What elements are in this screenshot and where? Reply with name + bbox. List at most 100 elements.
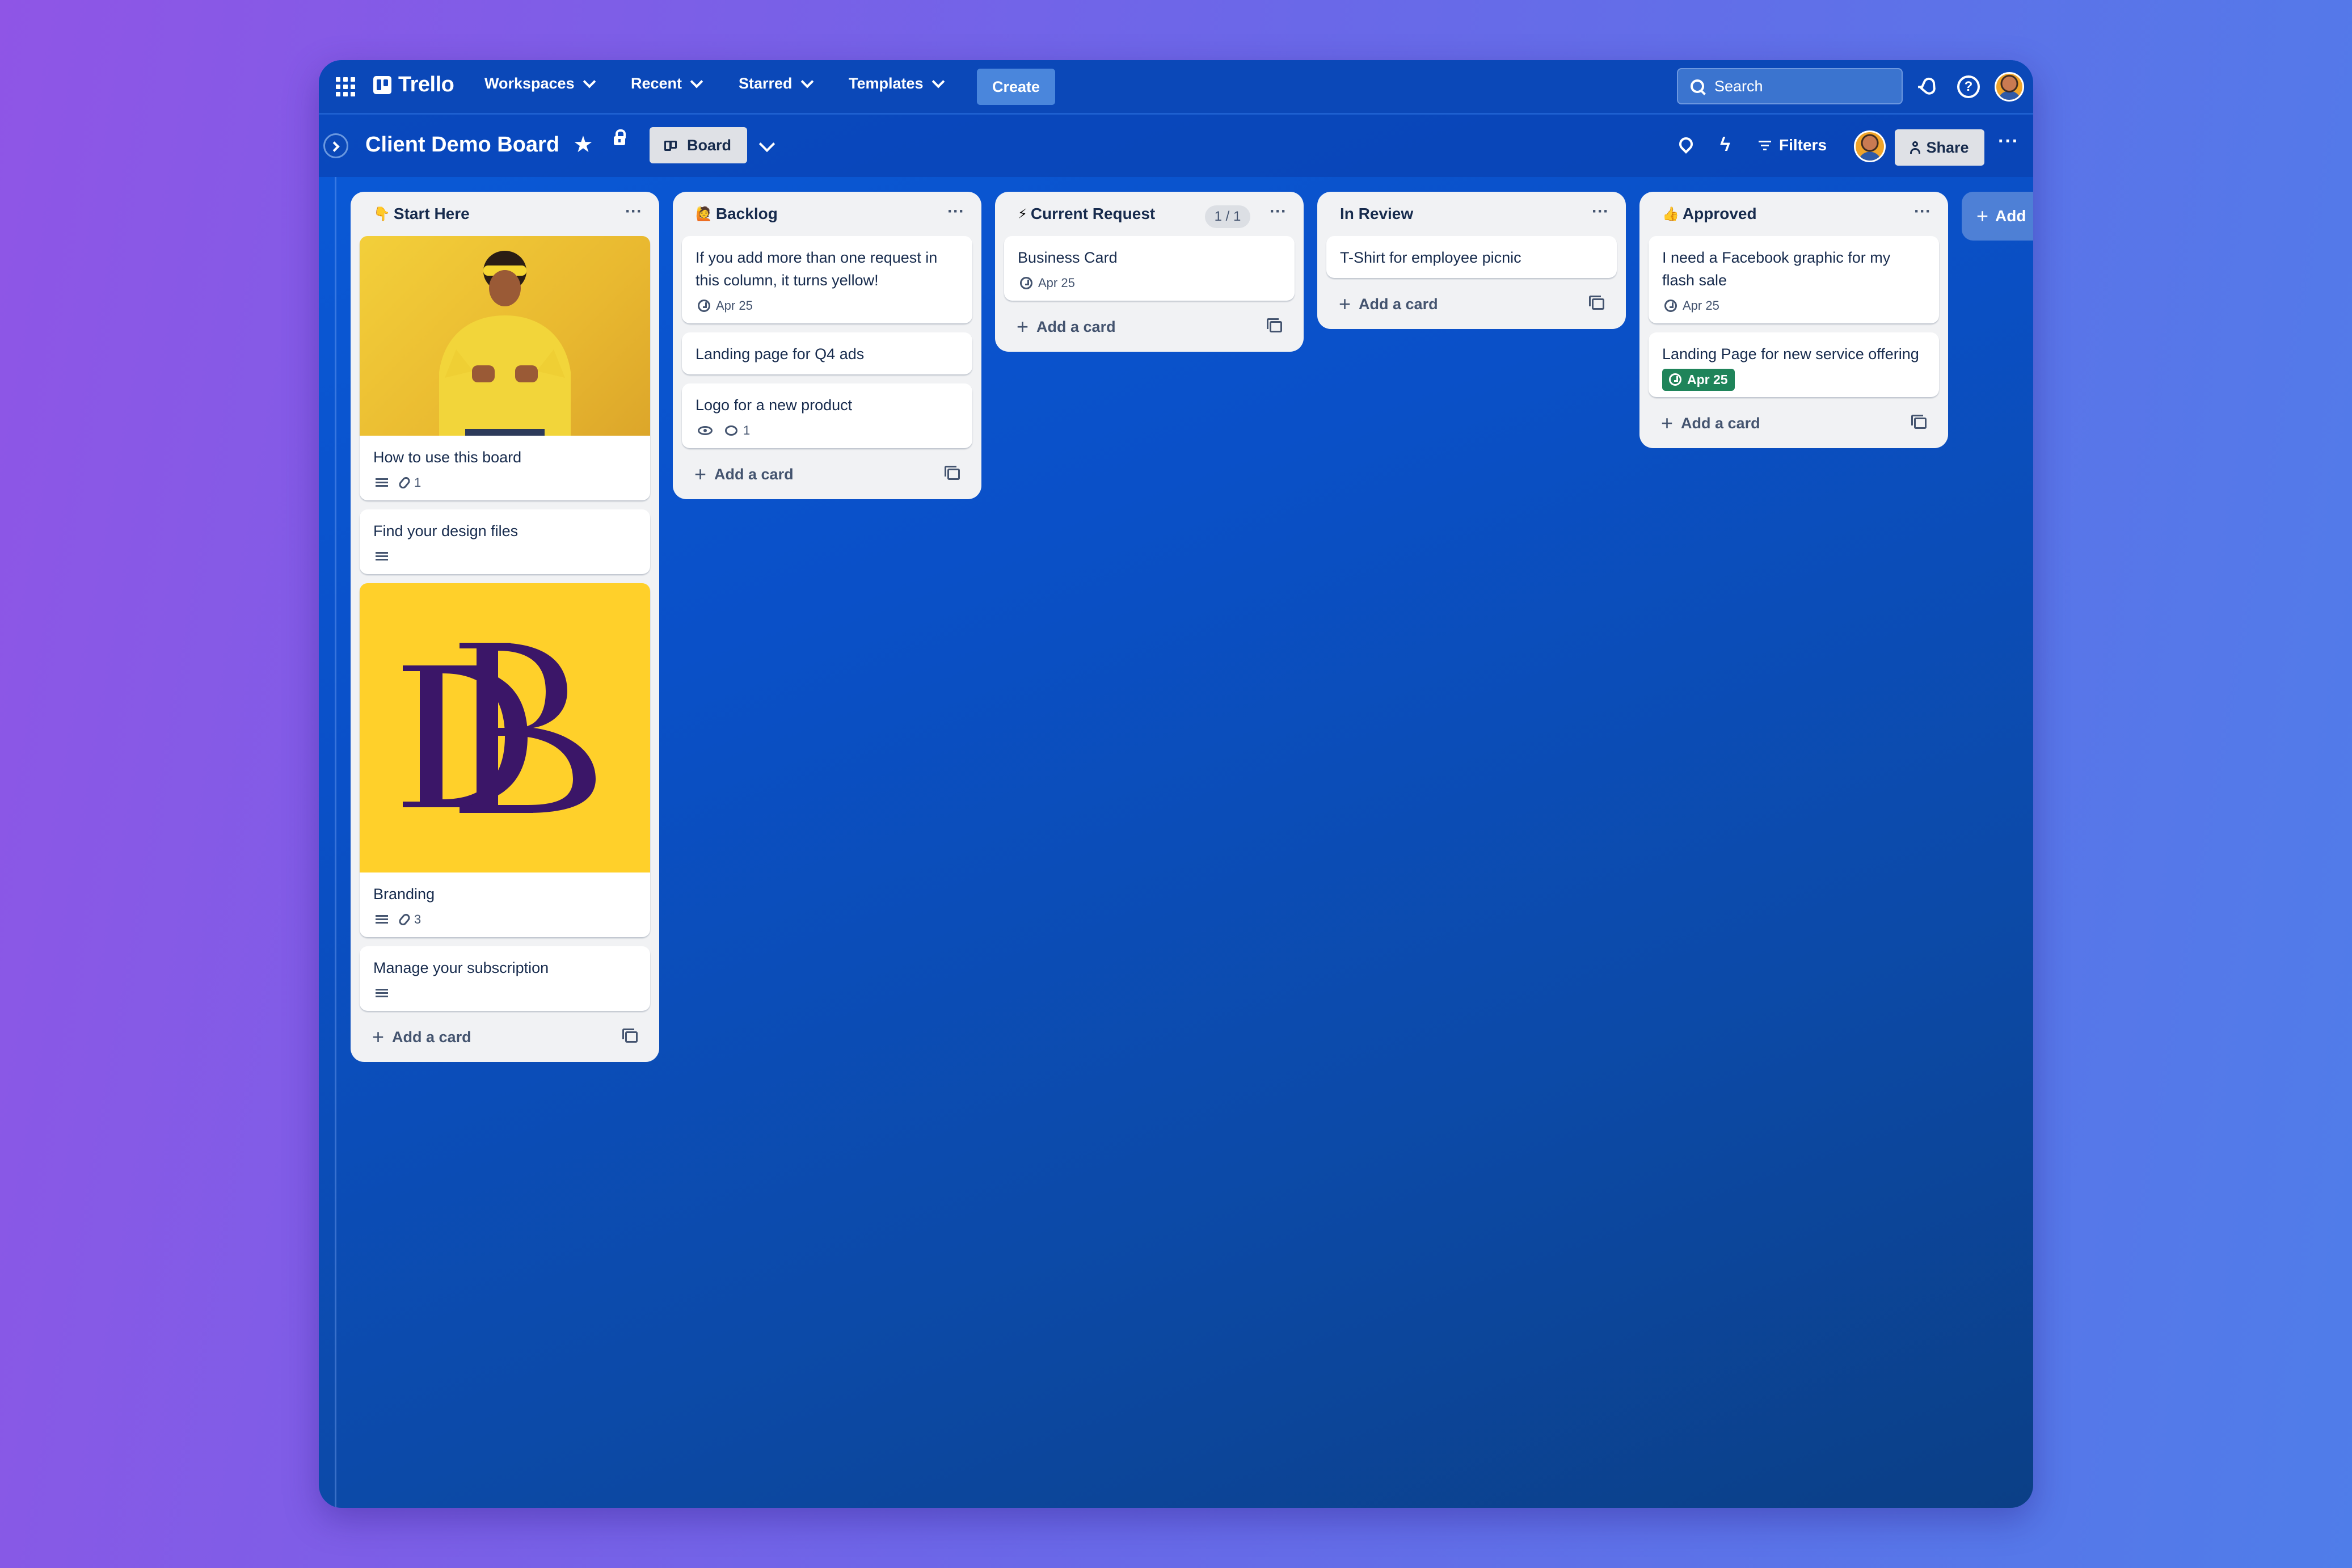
description-icon [376,989,388,998]
bell-icon[interactable] [1915,74,1940,99]
card[interactable]: Branding 3 [360,583,650,937]
app-window: Trello Workspaces Recent Starred Templat… [319,60,2033,1508]
card-badges: Apr 25 [696,297,959,314]
list-header[interactable]: 👇 Start Here ··· [360,192,650,236]
nav-recent[interactable]: Recent [631,75,703,92]
due-date-complete-badge[interactable]: Apr 25 [1662,368,1735,391]
list-emoji: ⚡ [1018,206,1027,222]
card[interactable]: Business Card Apr 25 [1004,236,1295,301]
board-view-button[interactable]: Board [650,127,747,163]
list-title: Start Here [393,205,470,222]
list-in-review: In Review ··· T-Shirt for employee picni… [1317,192,1626,329]
trello-logo-icon [373,75,391,94]
lock-icon[interactable] [614,129,626,145]
chevron-down-icon [800,75,813,88]
due-date: Apr 25 [1038,276,1075,290]
add-card-button[interactable]: + Add a card [360,1020,650,1054]
sidebar-expand-button[interactable] [323,133,348,158]
list-header[interactable]: 👍 Approved ··· [1649,192,1939,236]
card[interactable]: Find your design files [360,509,650,574]
trello-logo[interactable]: Trello [373,73,454,97]
template-icon[interactable] [622,1029,638,1043]
filter-icon [1759,141,1771,150]
card[interactable]: If you add more than one request in this… [682,236,972,323]
due-date: Apr 25 [1683,298,1719,313]
card-badges: 1 [696,422,959,439]
card[interactable]: Logo for a new product 1 [682,383,972,448]
list-current-request: ⚡ Current Request 1 / 1 ··· Business Car… [995,192,1304,352]
card[interactable]: Landing Page for new service offering Ap… [1649,332,1939,397]
board-icon [664,140,679,151]
create-button[interactable]: Create [977,69,1055,105]
board-title[interactable]: Client Demo Board [365,133,559,157]
filters-button[interactable]: Filters [1759,136,1827,154]
template-icon[interactable] [945,466,960,480]
more-icon[interactable]: ··· [1914,202,1931,221]
more-icon[interactable]: ··· [625,202,642,221]
bolt-icon[interactable]: ϟ [1720,134,1730,156]
list-approved: 👍 Approved ··· I need a Facebook graphic… [1639,192,1948,448]
top-nav: Trello Workspaces Recent Starred Templat… [319,60,2033,115]
avatar[interactable] [1995,72,2024,102]
more-icon[interactable]: ··· [1270,202,1287,221]
card-badges: Apr 25 [1662,297,1925,314]
woman-pointing-image [439,251,571,436]
card[interactable]: Manage your subscription [360,946,650,1011]
card[interactable]: How to use this board 1 [360,236,650,500]
add-card-label: Add a card [392,1028,471,1046]
card[interactable]: Landing page for Q4 ads [682,332,972,374]
nav-templates[interactable]: Templates [849,75,945,92]
nav-templates-label: Templates [849,75,924,92]
clock-icon [1664,300,1677,312]
card-badges: 3 [373,911,637,928]
due-date: Apr 25 [1687,372,1728,387]
clock-icon [1020,277,1032,289]
chevron-down-icon [931,75,945,88]
add-card-button[interactable]: + Add a card [1649,406,1939,440]
card[interactable]: T-Shirt for employee picnic [1326,236,1617,278]
list-start-here: 👇 Start Here ··· How to use this board 1… [351,192,659,1062]
more-icon[interactable]: ··· [1592,202,1609,221]
template-icon[interactable] [1911,415,1927,429]
member-avatar[interactable] [1854,130,1886,162]
comment-count: 1 [743,423,751,437]
nav-workspaces[interactable]: Workspaces [484,75,596,92]
list-title: In Review [1340,205,1414,222]
star-icon[interactable]: ★ [573,132,593,158]
more-icon[interactable]: ··· [947,202,964,221]
more-icon[interactable]: ··· [1998,130,2019,153]
add-card-button[interactable]: + Add a card [1004,310,1295,344]
template-icon[interactable] [1267,318,1282,332]
apps-grid-icon[interactable] [336,77,355,96]
rocket-icon[interactable] [1676,134,1696,154]
list-emoji: 👇 [373,206,390,222]
due-date-badge: Apr 25 [696,298,753,313]
list-header[interactable]: In Review ··· [1326,192,1617,236]
template-icon[interactable] [1589,296,1604,310]
nav-starred-label: Starred [739,75,793,92]
plus-icon: + [694,462,707,486]
add-card-button[interactable]: + Add a card [682,457,972,491]
card-title: Branding [373,886,435,903]
card[interactable]: I need a Facebook graphic for my flash s… [1649,236,1939,323]
list-backlog: 🙋 Backlog ··· If you add more than one r… [673,192,981,499]
add-list-button[interactable]: + Add [1962,192,2033,241]
clock-icon [1669,373,1681,386]
list-header[interactable]: 🙋 Backlog ··· [682,192,972,236]
search-input[interactable]: Search [1677,68,1903,104]
add-list-label: Add [1995,207,2026,225]
add-card-button[interactable]: + Add a card [1326,287,1617,321]
list-title: Backlog [715,205,778,222]
nav-recent-label: Recent [631,75,682,92]
search-placeholder: Search [1714,77,1763,95]
card-cover-image [360,236,650,436]
attachment-icon [397,475,412,490]
attachment-count: 3 [414,912,421,926]
share-button[interactable]: Share [1895,129,1984,166]
list-header[interactable]: ⚡ Current Request 1 / 1 ··· [1004,192,1295,236]
card-title: I need a Facebook graphic for my flash s… [1662,249,1891,289]
nav-starred[interactable]: Starred [739,75,813,92]
card-badges [373,985,637,1002]
chevron-down-icon[interactable] [758,136,775,153]
help-icon[interactable]: ? [1957,75,1980,98]
